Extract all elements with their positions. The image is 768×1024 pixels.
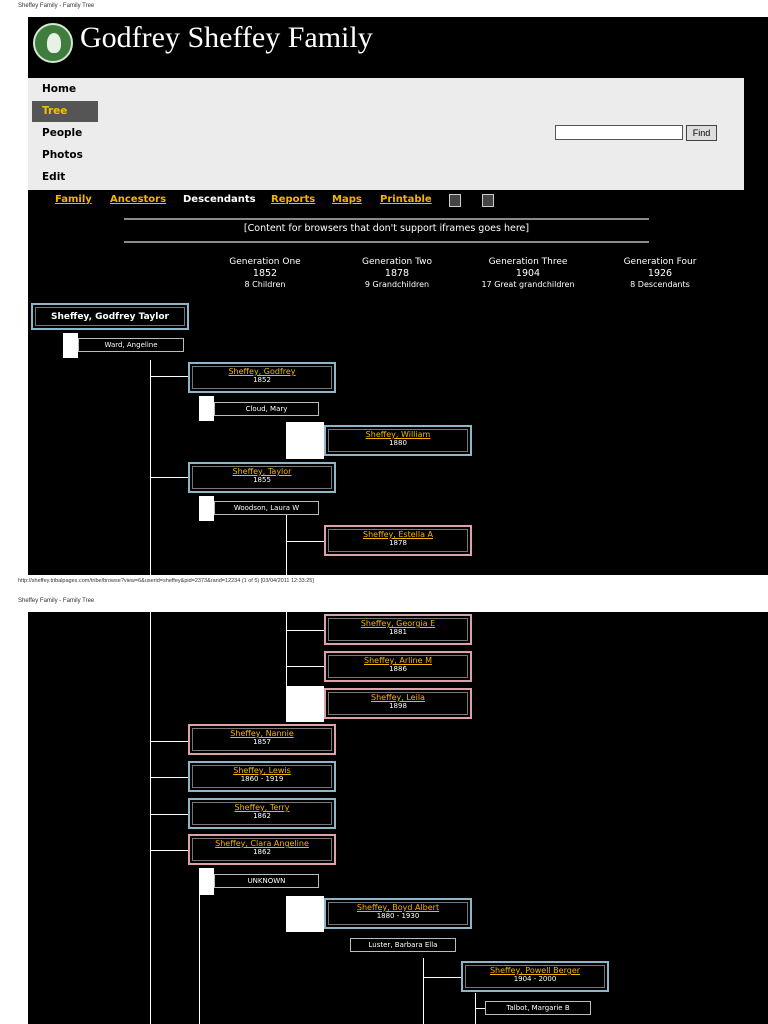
branch-line	[423, 977, 461, 978]
person-box[interactable]: Sheffey, Clara Angeline 1862	[188, 834, 336, 865]
subnav-reports[interactable]: Reports	[271, 194, 315, 205]
subnav-family[interactable]: Family	[55, 194, 92, 205]
nav-item-edit[interactable]: Edit	[32, 167, 98, 188]
spouse-box[interactable]: Woodson, Laura W	[214, 501, 319, 515]
connector-square	[199, 868, 214, 895]
connector-square	[286, 896, 324, 932]
tree-trunk-line	[150, 360, 151, 575]
iframe-fallback-note: [Content for browsers that don't support…	[243, 223, 530, 234]
generation-one: Generation One 1852 8 Children	[229, 257, 301, 289]
spouse-box[interactable]: Luster, Barbara Ella	[350, 938, 456, 952]
print-page-title: Sheffey Family - Family Tree	[18, 598, 95, 604]
print-icon[interactable]	[449, 194, 461, 207]
connector-square	[286, 686, 324, 722]
branch-line	[150, 477, 188, 478]
spouse-box[interactable]: Talbot, Margarie B	[485, 1001, 591, 1015]
branch-line	[150, 814, 188, 815]
spouse-box[interactable]: Cloud, Mary	[214, 402, 319, 416]
person-box[interactable]: Sheffey, Boyd Albert 1880 - 1930	[324, 898, 472, 929]
person-box[interactable]: Sheffey, Leila 1898	[324, 688, 472, 719]
search-input[interactable]	[555, 125, 683, 140]
generation-two: Generation Two 1878 9 Grandchildren	[362, 257, 432, 289]
connector-square	[63, 333, 78, 358]
print-page-footer: http://sheffey.tribalpages.com/tribe/bro…	[18, 578, 314, 584]
root-person-name: Sheffey, Godfrey Taylor	[35, 307, 185, 326]
nav-item-people[interactable]: People	[32, 123, 98, 144]
spouse-box[interactable]: Ward, Angeline	[78, 338, 184, 352]
branch-line	[286, 541, 324, 542]
person-box[interactable]: Sheffey, Terry 1862	[188, 798, 336, 829]
branch-line	[286, 515, 287, 575]
find-button[interactable]: Find	[686, 125, 717, 141]
generation-four: Generation Four 1926 8 Descendants	[623, 257, 697, 289]
site-title: Godfrey Sheffey Family	[80, 21, 373, 54]
person-box[interactable]: Sheffey, Georgia E 1881	[324, 614, 472, 645]
branch-line	[286, 612, 287, 687]
page-block-1: Godfrey Sheffey Family Home Tree People …	[28, 17, 768, 575]
edit-icon[interactable]	[482, 194, 494, 207]
tree-logo-icon[interactable]	[33, 23, 73, 63]
page-block-2: Sheffey, Georgia E 1881 Sheffey, Arline …	[28, 612, 768, 1024]
subnav-descendants[interactable]: Descendants	[183, 194, 256, 205]
branch-line	[475, 1008, 485, 1009]
connector-square	[199, 496, 214, 521]
generation-three: Generation Three 1904 17 Great grandchildr…	[481, 257, 575, 289]
person-box[interactable]: Sheffey, Nannie 1857	[188, 724, 336, 755]
print-page-title: Sheffey Family - Family Tree	[18, 3, 95, 9]
branch-line	[199, 895, 200, 1024]
nav-item-home[interactable]: Home	[32, 79, 98, 100]
connector-square	[286, 422, 324, 459]
tree-trunk-line	[150, 612, 151, 1024]
person-box[interactable]: Sheffey, William 1880	[324, 425, 472, 456]
person-box[interactable]: Sheffey, Estella A 1878	[324, 525, 472, 556]
root-person-box[interactable]: Sheffey, Godfrey Taylor	[31, 303, 189, 330]
divider-bottom	[124, 241, 649, 243]
nav-panel: Home Tree People Photos Edit Find	[28, 78, 744, 190]
subnav-maps[interactable]: Maps	[332, 194, 362, 205]
person-box[interactable]: Sheffey, Arline M 1886	[324, 651, 472, 682]
subnav-ancestors[interactable]: Ancestors	[110, 194, 166, 205]
divider-top	[124, 218, 649, 220]
branch-line	[150, 850, 188, 851]
branch-line	[286, 666, 324, 667]
person-box[interactable]: Sheffey, Godfrey 1852	[188, 362, 336, 393]
branch-line	[286, 630, 324, 631]
branch-line	[423, 958, 424, 1024]
connector-square	[199, 396, 214, 421]
nav-item-tree[interactable]: Tree	[32, 101, 98, 122]
subnav-printable[interactable]: Printable	[380, 194, 432, 205]
person-box[interactable]: Sheffey, Taylor 1855	[188, 462, 336, 493]
person-box[interactable]: Sheffey, Lewis 1860 - 1919	[188, 761, 336, 792]
branch-line	[150, 741, 188, 742]
branch-line	[150, 376, 188, 377]
nav-item-photos[interactable]: Photos	[32, 145, 98, 166]
branch-line	[150, 777, 188, 778]
person-box[interactable]: Sheffey, Powell Berger 1904 - 2000	[461, 961, 609, 992]
spouse-box[interactable]: UNKNOWN	[214, 874, 319, 888]
